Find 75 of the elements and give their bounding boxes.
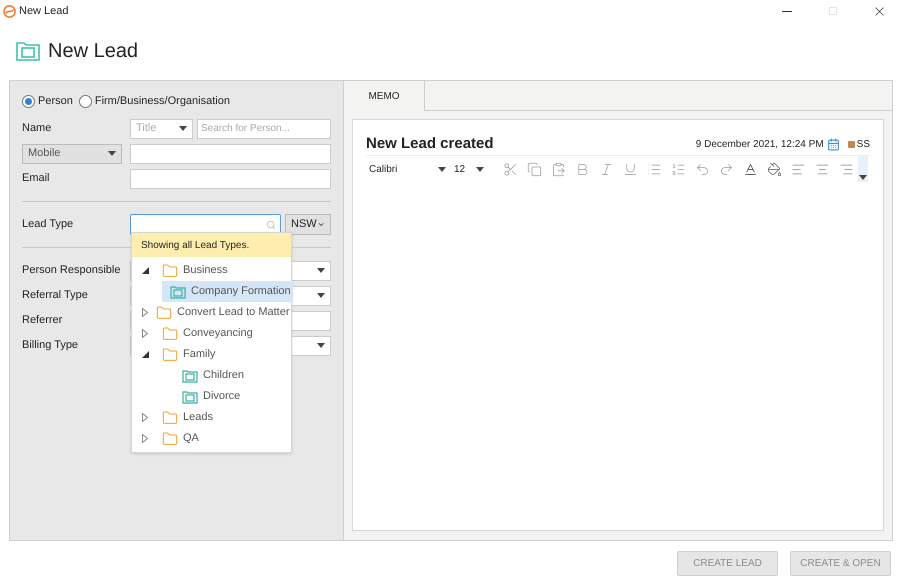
folder-icon (170, 284, 186, 298)
memo-title: New Lead created (366, 134, 495, 154)
expanded-arrow-icon[interactable] (142, 351, 149, 358)
dropdown-hint: Showing all Lead Types. (132, 233, 291, 257)
phone-type-select[interactable]: Mobile (22, 144, 122, 164)
field-label: Lead Type (22, 217, 74, 232)
lead-folder-icon (16, 41, 40, 61)
radio-label: Firm/Business/Organisation (94, 94, 230, 109)
app-logo-icon (3, 4, 16, 18)
tree-item[interactable]: Divorce (174, 386, 242, 407)
paint-bucket-icon[interactable] (766, 162, 782, 176)
tree-item[interactable]: Leads (154, 407, 215, 428)
folder-icon (162, 262, 178, 278)
person-search-field[interactable]: Search for Person... (197, 118, 331, 138)
collapsed-arrow-icon[interactable] (142, 434, 148, 443)
field-label: Billing Type (22, 338, 80, 354)
field-label: Referrer (22, 313, 64, 328)
caret-icon (859, 175, 867, 180)
caret-icon (179, 126, 187, 131)
undo-icon[interactable] (694, 162, 710, 176)
expanded-arrow-icon[interactable] (142, 267, 149, 274)
caret-icon (476, 166, 484, 172)
page-title: New Lead (48, 39, 138, 64)
caret-icon (317, 343, 325, 348)
copy-icon[interactable] (526, 162, 542, 176)
field-label: Referral Type (22, 288, 89, 304)
folder-icon (182, 368, 198, 382)
folder-icon (162, 346, 178, 362)
tree-item[interactable]: Family (154, 344, 218, 365)
window-title: New Lead (19, 4, 69, 19)
author-initials: SS (856, 138, 870, 152)
calendar-icon[interactable] (826, 138, 840, 151)
field-label: Name (22, 121, 52, 136)
folder-icon (162, 430, 178, 446)
scissors-icon[interactable] (502, 162, 518, 176)
memo-date: 9 December 2021, 12:24 PM (696, 138, 824, 152)
tab[interactable]: MEMO (344, 81, 425, 111)
collapsed-arrow-icon[interactable] (142, 308, 148, 317)
tree-item[interactable]: Conveyancing (154, 323, 255, 344)
phone-field[interactable] (130, 144, 331, 164)
text-color-icon[interactable] (742, 162, 758, 176)
search-icon (266, 220, 276, 230)
tree-item[interactable]: QA (154, 428, 201, 449)
chevron-icon (316, 220, 325, 229)
radio-button[interactable] (22, 94, 35, 108)
folder-icon (162, 326, 178, 342)
caret-icon (317, 268, 325, 273)
folder-icon (162, 410, 178, 426)
folder-icon (156, 304, 172, 320)
collapsed-arrow-icon[interactable] (142, 413, 148, 422)
caret-icon (438, 166, 446, 172)
font-select[interactable]: Calibri (366, 162, 450, 176)
tree-item[interactable]: Company Formation (162, 281, 293, 302)
email-field[interactable] (130, 168, 331, 188)
font-size-select[interactable]: 12 (450, 162, 488, 176)
field-label: Email (22, 171, 51, 186)
underline-icon[interactable] (622, 162, 638, 176)
tree-item[interactable]: Children (174, 365, 246, 386)
numbered-list-icon[interactable] (670, 162, 686, 176)
state-select[interactable]: NSW (285, 214, 331, 235)
field-label: Person Responsible (22, 263, 122, 278)
tree-item[interactable]: Business (154, 260, 230, 281)
minimize-icon (782, 10, 792, 12)
folder-icon (182, 390, 198, 404)
caret-icon (317, 293, 325, 298)
author-marker-icon (848, 141, 855, 148)
caret-icon (108, 151, 116, 156)
maximize-icon (828, 6, 838, 16)
tree-item[interactable]: Convert Lead to Matter (148, 302, 292, 323)
redo-icon[interactable] (718, 162, 734, 176)
collapsed-arrow-icon[interactable] (142, 329, 148, 338)
paste-icon[interactable] (550, 162, 566, 176)
radio-label: Person (38, 94, 73, 109)
toolbar-overflow-button[interactable] (858, 156, 868, 182)
radio-button[interactable] (78, 94, 92, 108)
